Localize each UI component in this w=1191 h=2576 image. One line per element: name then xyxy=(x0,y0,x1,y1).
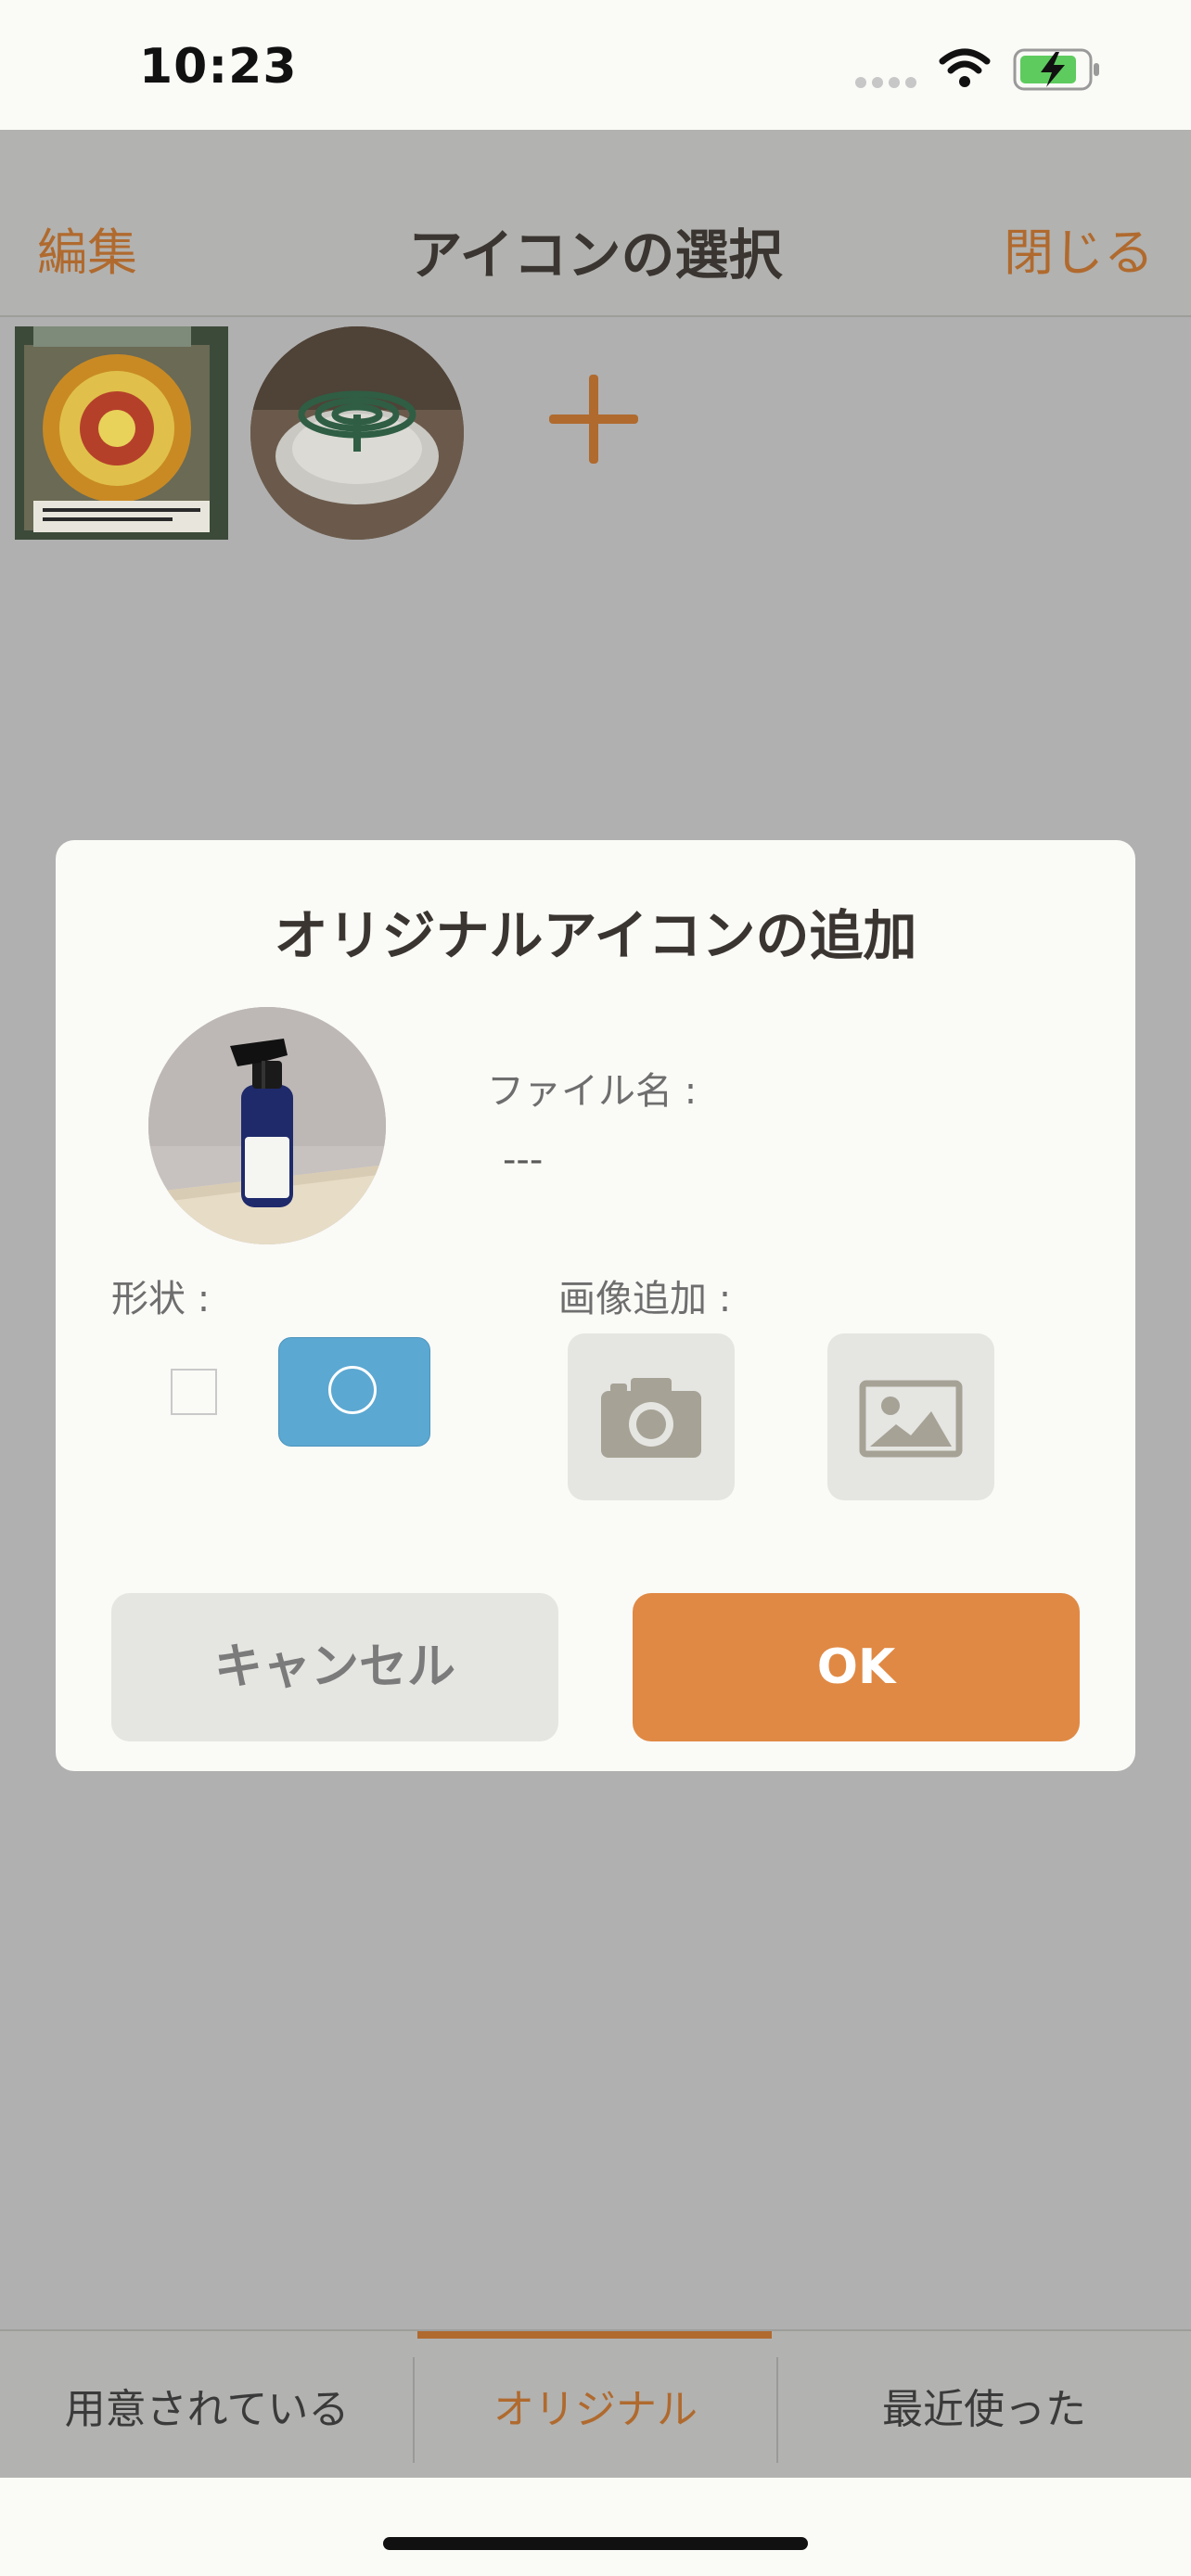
home-indicator[interactable] xyxy=(383,2537,808,2550)
camera-icon xyxy=(601,1378,701,1458)
signal-icon xyxy=(855,74,922,92)
tab-original[interactable]: オリジナル xyxy=(414,2331,777,2480)
add-original-icon-dialog: オリジナルアイコンの追加 ファイル名 : --- 形状 : 画像追加 : キャン… xyxy=(56,840,1135,1771)
status-bar: 10:23 xyxy=(0,0,1191,130)
tab-recent[interactable]: 最近使った xyxy=(777,2331,1191,2480)
circle-shape-option[interactable] xyxy=(278,1337,430,1447)
battery-charging-icon xyxy=(1013,48,1099,91)
photo-library-button[interactable] xyxy=(827,1333,994,1500)
icon-preview-image xyxy=(148,1007,386,1244)
photo-library-icon xyxy=(859,1380,963,1458)
image-add-label: 画像追加 : xyxy=(558,1278,732,1320)
file-name-label: ファイル名 : xyxy=(487,1070,698,1113)
nav-bar: 編集 アイコンの選択 閉じる xyxy=(0,130,1191,317)
shape-label: 形状 : xyxy=(111,1278,211,1320)
close-button[interactable]: 閉じる xyxy=(1004,211,1154,285)
home-bar-area xyxy=(0,2478,1191,2576)
ok-button[interactable]: OK xyxy=(633,1593,1080,1741)
tab-prepared[interactable]: 用意されている xyxy=(0,2331,414,2480)
dialog-title: オリジナルアイコンの追加 xyxy=(274,904,917,967)
status-time: 10:23 xyxy=(139,39,298,95)
square-shape-option[interactable] xyxy=(171,1369,217,1415)
wifi-icon xyxy=(939,48,991,87)
circle-shape-icon xyxy=(328,1366,377,1414)
icon-thumbnail-mosquito-coil[interactable] xyxy=(250,326,464,540)
icon-thumbnail-flower[interactable] xyxy=(15,326,228,540)
add-icon-button[interactable] xyxy=(547,373,640,465)
cancel-button[interactable]: キャンセル xyxy=(111,1593,558,1741)
tab-bar: 用意されている オリジナル 最近使った xyxy=(0,2329,1191,2480)
file-name-value: --- xyxy=(503,1139,544,1181)
camera-button[interactable] xyxy=(568,1333,735,1500)
